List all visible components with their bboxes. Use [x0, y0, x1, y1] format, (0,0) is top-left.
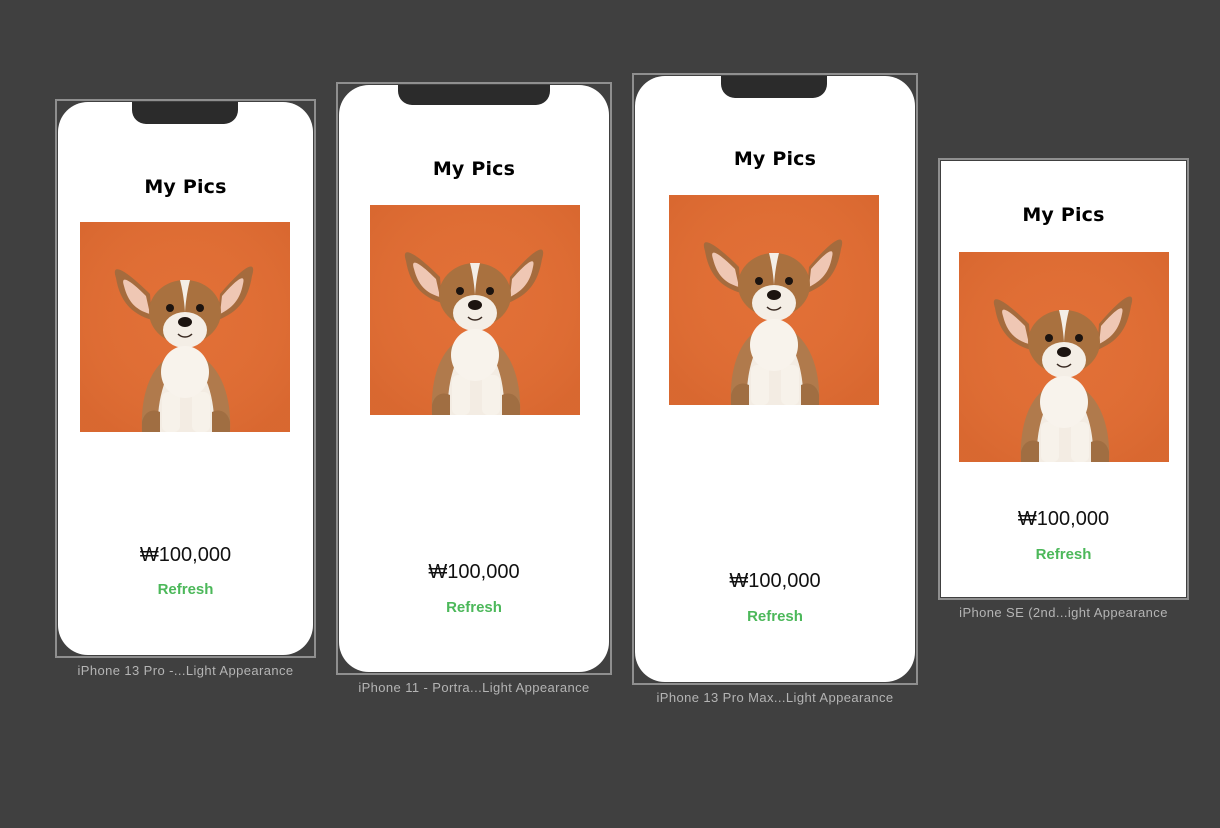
- page-title: My Pics: [144, 176, 227, 198]
- device-caption: iPhone 11 - Portra...Light Appearance: [358, 680, 590, 695]
- device-iphone-se[interactable]: My Pics ₩100,000 Refresh: [938, 158, 1189, 600]
- corgi-puppy-photo-icon: [370, 205, 580, 415]
- notch: [721, 76, 827, 98]
- page-title: My Pics: [733, 148, 817, 170]
- corgi-puppy-photo-icon: [80, 222, 290, 432]
- notch: [398, 85, 550, 105]
- price-label: ₩100,000: [1017, 508, 1110, 530]
- device-iphone-13-pro-max[interactable]: My Pics ₩100,000 Refresh: [632, 73, 918, 685]
- device-caption: iPhone SE (2nd...ight Appearance: [959, 605, 1168, 620]
- price-label: ₩100,000: [729, 570, 821, 592]
- device-screen: My Pics ₩100,000 Refresh: [339, 85, 609, 672]
- page-title: My Pics: [1022, 204, 1105, 226]
- refresh-button[interactable]: Refresh: [1036, 546, 1092, 563]
- page-title: My Pics: [432, 158, 516, 180]
- device-caption: iPhone 13 Pro Max...Light Appearance: [656, 690, 894, 705]
- price-label: ₩100,000: [428, 561, 520, 583]
- refresh-button[interactable]: Refresh: [446, 599, 502, 616]
- refresh-button[interactable]: Refresh: [158, 581, 214, 598]
- corgi-puppy-photo-icon: [959, 252, 1169, 462]
- device-iphone-11[interactable]: My Pics ₩100,000 Refresh: [336, 82, 612, 675]
- device-caption: iPhone 13 Pro -...Light Appearance: [77, 663, 294, 678]
- device-screen: My Pics ₩100,000 Refresh: [635, 76, 915, 682]
- price-label: ₩100,000: [139, 544, 232, 566]
- corgi-puppy-photo-icon: [669, 195, 879, 405]
- notch: [132, 102, 238, 124]
- device-screen: My Pics ₩100,000 Refresh: [58, 102, 313, 655]
- device-screen: My Pics ₩100,000 Refresh: [941, 161, 1186, 597]
- device-iphone-13-pro[interactable]: My Pics ₩100,000 Refresh: [55, 99, 316, 658]
- canvas: My Pics ₩100,000 Refresh iPhone 13 Pro -…: [0, 0, 1220, 828]
- refresh-button[interactable]: Refresh: [747, 608, 803, 625]
